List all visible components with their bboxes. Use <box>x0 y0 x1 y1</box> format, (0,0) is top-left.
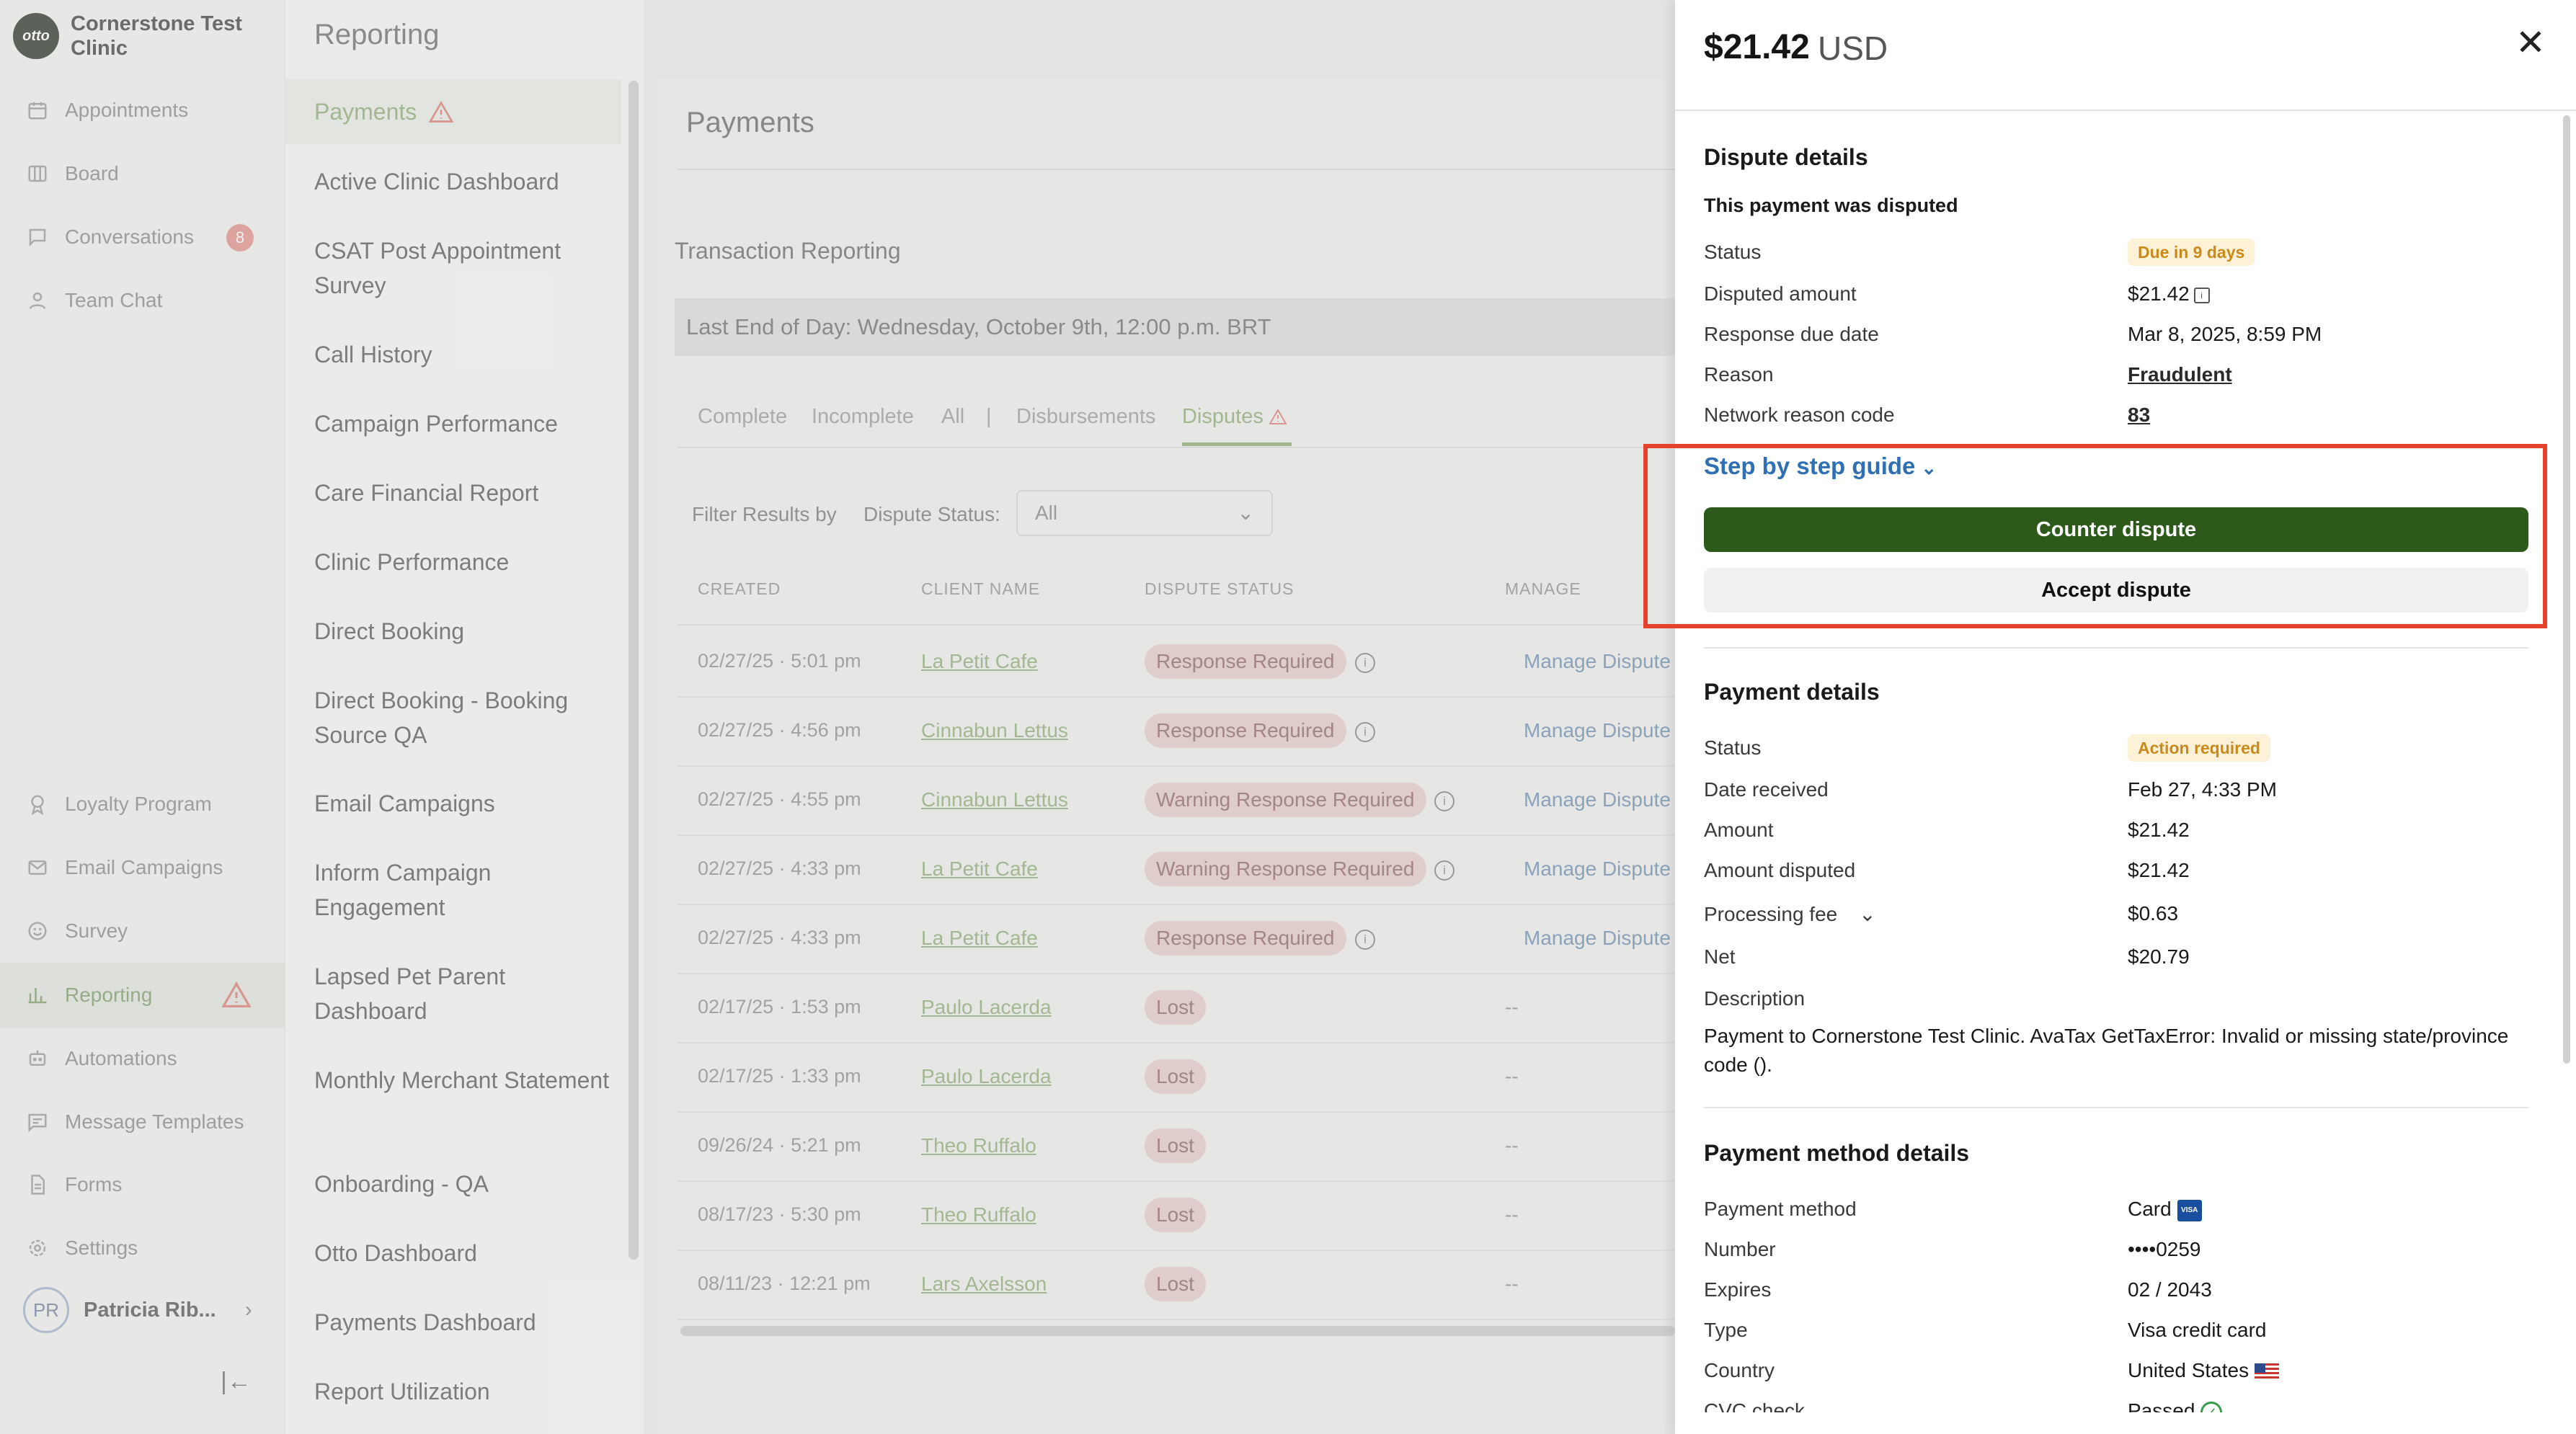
close-icon[interactable]: ✕ <box>2515 22 2546 63</box>
dispute-subtitle: This payment was disputed <box>1704 195 1958 216</box>
net-value: $20.79 <box>2128 945 2190 968</box>
divider <box>1675 110 2576 111</box>
us-flag-icon <box>2255 1363 2280 1381</box>
expires-value: 02 / 2043 <box>2128 1278 2212 1301</box>
payment-method-title: Payment method details <box>1704 1140 1970 1166</box>
amount-value: $21.42 <box>2128 819 2190 841</box>
expires-label: Expires <box>1704 1278 1772 1301</box>
country-label: Country <box>1704 1359 1775 1381</box>
response-due-value: Mar 8, 2025, 8:59 PM <box>2128 323 2322 345</box>
card-type-value: Visa credit card <box>2128 1319 2267 1341</box>
reason-label: Reason <box>1704 363 1774 386</box>
amount-disputed-label: Amount disputed <box>1704 859 1856 881</box>
card-type-label: Type <box>1704 1319 1748 1341</box>
card-number-label: Number <box>1704 1238 1776 1260</box>
info-icon[interactable]: i <box>2193 287 2210 303</box>
amount-disputed-value: $21.42 <box>2128 859 2190 881</box>
chevron-down-icon: ⌄ <box>1859 903 1876 925</box>
payment-amount: $21.42 <box>1704 28 1810 66</box>
payment-status-badge: Action required <box>2128 734 2270 762</box>
network-code-label: Network reason code <box>1704 404 1895 426</box>
reason-link[interactable]: Fraudulent <box>2128 363 2232 386</box>
drawer-bottom-edge <box>1675 1412 2576 1434</box>
visa-card-icon: VISA <box>2177 1199 2202 1221</box>
disputed-amount-label: Disputed amount <box>1704 282 1857 305</box>
payment-details-title: Payment details <box>1704 679 1880 705</box>
card-number-value: ••••0259 <box>2128 1238 2201 1260</box>
dispute-status-badge: Due in 9 days <box>2128 239 2255 266</box>
amount-label: Amount <box>1704 819 1774 841</box>
response-due-label: Response due date <box>1704 323 1879 345</box>
country-value: United States <box>2128 1359 2280 1382</box>
dispute-details-title: Dispute details <box>1704 144 1868 170</box>
divider <box>1704 1107 2528 1108</box>
date-received-label: Date received <box>1704 778 1829 801</box>
description-label: Description <box>1704 987 1806 1010</box>
drawer-scrollbar[interactable] <box>2563 115 2570 1064</box>
dispute-status-label: Status <box>1704 241 1762 263</box>
payment-method-label: Payment method <box>1704 1198 1857 1220</box>
divider <box>1704 647 2528 649</box>
description-value: Payment to Cornerstone Test Clinic. AvaT… <box>1704 1025 2509 1076</box>
date-received-value: Feb 27, 4:33 PM <box>2128 778 2278 801</box>
highlight-box <box>1643 444 2547 628</box>
processing-fee-toggle[interactable]: Processing fee ⌄ <box>1704 902 1876 926</box>
payment-method-value: Card VISA <box>2128 1198 2202 1221</box>
payment-status-label: Status <box>1704 736 1762 759</box>
modal-backdrop[interactable] <box>0 0 1675 1434</box>
net-label: Net <box>1704 945 1736 968</box>
network-code-link[interactable]: 83 <box>2128 404 2150 427</box>
processing-fee-value: $0.63 <box>2128 902 2179 925</box>
payment-currency: USD <box>1818 30 1888 67</box>
disputed-amount-value: $21.42 i <box>2128 282 2210 306</box>
